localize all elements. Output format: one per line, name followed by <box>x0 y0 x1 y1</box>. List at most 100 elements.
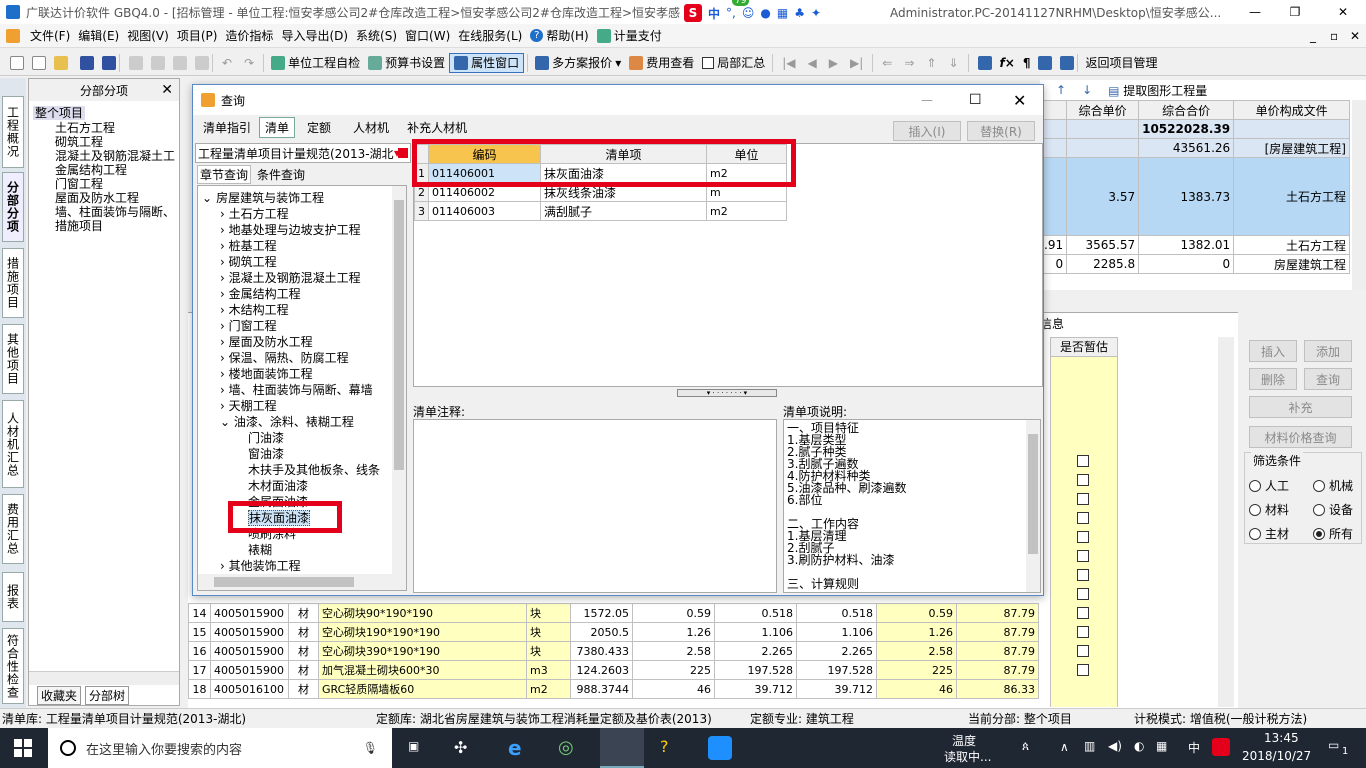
tree-item[interactable]: › 混凝土及钢筋混凝土工程 <box>202 270 406 286</box>
extract-button[interactable]: ▤ 提取图形工程量 <box>1108 82 1207 99</box>
tab-quota[interactable]: 定额 <box>297 117 341 138</box>
tab-favorites[interactable]: 收藏夹 <box>37 685 82 705</box>
tree-vscroll[interactable] <box>392 186 406 576</box>
note-box[interactable] <box>413 419 777 593</box>
help-app-icon[interactable]: ? <box>660 737 669 756</box>
delete-button[interactable]: 删除 <box>1249 368 1297 390</box>
gbq-app-icon[interactable] <box>600 728 644 768</box>
tree-item[interactable]: ⌄ 油漆、涂料、裱糊工程 <box>202 414 406 430</box>
nav-first-icon[interactable]: |◀ <box>782 56 795 70</box>
table-row[interactable]: 18 4005016100 材 GRC轻质隔墙板60 m2 988.3744 46 39.71… <box>188 679 1039 699</box>
clock-date[interactable]: 2018/10/27 <box>1242 749 1311 763</box>
supplement-button[interactable]: 补充 <box>1249 396 1352 418</box>
menu-view[interactable]: 视图(V) <box>123 26 173 46</box>
paragraph-icon[interactable]: ¶ <box>1023 56 1031 70</box>
taskbar-search[interactable]: 在这里输入你要搜索的内容 🎙 <box>48 728 392 768</box>
undo-icon[interactable]: ↶ <box>222 56 232 70</box>
table-row[interactable]: 14 4005015900 材空心砌块90*190*190 块 1572.05 0.59 0… <box>188 603 1039 623</box>
tree-root[interactable]: ⌄ 房屋建筑与装饰工程 <box>202 190 406 206</box>
tree-item[interactable]: 木材面油漆 <box>202 478 406 494</box>
copy-icon[interactable] <box>151 55 165 70</box>
mdi-restore[interactable]: ▫ <box>1330 29 1338 43</box>
estimate-checkbox[interactable] <box>1077 607 1089 619</box>
return-pm-button[interactable]: 返回项目管理 <box>1081 53 1161 73</box>
tree-item[interactable]: › 砌筑工程 <box>202 254 406 270</box>
partial-sum-checkbox[interactable] <box>702 56 715 69</box>
partial-sum-button[interactable]: 局部汇总 <box>698 53 769 73</box>
tree-item[interactable]: › 天棚工程 <box>202 398 406 414</box>
arrow-up-icon[interactable]: ↑ <box>1056 83 1066 97</box>
estimate-checkbox[interactable] <box>1077 455 1089 467</box>
main-vscroll[interactable] <box>1352 100 1366 290</box>
fan-app-icon[interactable]: ✣ <box>454 738 467 757</box>
tree-item[interactable]: 土石方工程 <box>33 121 175 135</box>
tree-item[interactable]: 门油漆 <box>202 430 406 446</box>
attr-window-button[interactable]: 属性窗口 <box>449 52 525 73</box>
ie-icon[interactable]: e <box>508 736 522 760</box>
keyboard-icon[interactable]: ▦ <box>1156 739 1167 753</box>
move-left-icon[interactable]: ⇐ <box>882 56 892 70</box>
emoji-icon[interactable]: ☺ <box>742 6 755 20</box>
paste-icon[interactable] <box>173 55 187 70</box>
estimate-checkbox[interactable] <box>1077 645 1089 657</box>
estimate-checkbox[interactable] <box>1077 493 1089 505</box>
tree-item[interactable]: › 桩基工程 <box>202 238 406 254</box>
estimate-checkbox[interactable] <box>1077 512 1089 524</box>
keyboard-icon[interactable]: ▦ <box>777 6 788 20</box>
menu-system[interactable]: 系统(S) <box>352 26 401 46</box>
bookmark-icon[interactable] <box>1038 55 1053 70</box>
menu-edit[interactable]: 编辑(E) <box>74 26 123 46</box>
nav-next-icon[interactable]: ▶ <box>829 56 838 70</box>
dialog-replace-button[interactable]: 替换(R) <box>967 121 1035 141</box>
tree-root[interactable]: 整个项目 <box>33 105 175 121</box>
tree-item[interactable]: › 其他装饰工程 <box>202 558 406 574</box>
tree-item[interactable]: 门窗工程 <box>33 177 175 191</box>
tree-hscroll-thumb[interactable] <box>214 577 354 587</box>
spec-dropdown[interactable]: 工程量清单项目计量规范(2013-湖北) ▾ <box>195 143 411 163</box>
move-up-icon[interactable]: ⇑ <box>926 56 936 70</box>
query-button[interactable]: 查询 <box>1304 368 1352 390</box>
fee-view-button[interactable]: 费用查看 <box>625 53 698 73</box>
filter-option-machine[interactable]: 机械 <box>1313 477 1353 494</box>
tab-fee-summary[interactable]: 费用汇总 <box>2 494 24 564</box>
table-row[interactable]: 16 4005015900 材空心砌块390*190*190 块 7380.433 2.5… <box>188 641 1039 661</box>
tree-vscroll-thumb[interactable] <box>394 200 404 470</box>
tree-item[interactable]: › 屋面及防水工程 <box>202 334 406 350</box>
ime-toolbar[interactable]: S 中 °, ☺ ● ▦ ♣ ✦ 79 <box>680 0 826 24</box>
tab-condition-query[interactable]: 条件查询 <box>255 166 307 183</box>
list-icon[interactable] <box>1060 55 1075 70</box>
move-down-icon[interactable]: ⇓ <box>948 56 958 70</box>
close-button[interactable]: ✕ <box>1328 5 1358 19</box>
filter-option-main[interactable]: 主材 <box>1249 525 1289 542</box>
formula-icon[interactable]: f× <box>1000 56 1015 70</box>
table-row[interactable]: 15 4005015900 材空心砌块190*190*190 块 2050.5 1.26 1… <box>188 622 1039 642</box>
radio-material[interactable] <box>1249 503 1261 516</box>
tree-item[interactable]: 屋面及防水工程 <box>33 191 175 205</box>
tree-item[interactable]: › 木结构工程 <box>202 302 406 318</box>
tree-item[interactable]: › 土石方工程 <box>202 206 406 222</box>
filter-option-equipment[interactable]: 设备 <box>1313 501 1353 518</box>
desc-vscroll-thumb[interactable] <box>1028 434 1038 554</box>
price-query-button[interactable]: 材料价格查询 <box>1249 426 1352 448</box>
tab-section-tree[interactable]: 分部树 <box>85 685 130 705</box>
tab-report[interactable]: 报表 <box>2 572 24 622</box>
estimate-checkbox[interactable] <box>1077 550 1089 562</box>
menu-index[interactable]: 造价指标 <box>221 26 277 46</box>
radio-labor[interactable] <box>1249 479 1261 492</box>
estimate-checkbox[interactable] <box>1077 531 1089 543</box>
estimate-checkbox[interactable] <box>1077 569 1089 581</box>
notification-icon[interactable]: ▭ <box>1328 738 1339 752</box>
dialog-minimize-button[interactable]: — <box>921 93 933 107</box>
tree-item[interactable]: 墙、柱面装饰与隔断、 <box>33 205 175 219</box>
redo-icon[interactable]: ↷ <box>244 56 254 70</box>
tree-item[interactable]: 裱糊 <box>202 542 406 558</box>
mic-icon[interactable]: ● <box>760 6 770 20</box>
menu-help[interactable]: ? 帮助(H) <box>526 26 592 46</box>
tab-items[interactable]: 分部分项 <box>2 172 24 242</box>
radio-all[interactable] <box>1313 527 1325 540</box>
calc-icon[interactable] <box>977 55 992 70</box>
browser-icon[interactable]: ◎ <box>558 737 574 758</box>
dialog-close-button[interactable]: ✕ <box>1013 91 1026 110</box>
radio-main[interactable] <box>1249 527 1261 540</box>
tab-list[interactable]: 清单 <box>259 116 296 138</box>
